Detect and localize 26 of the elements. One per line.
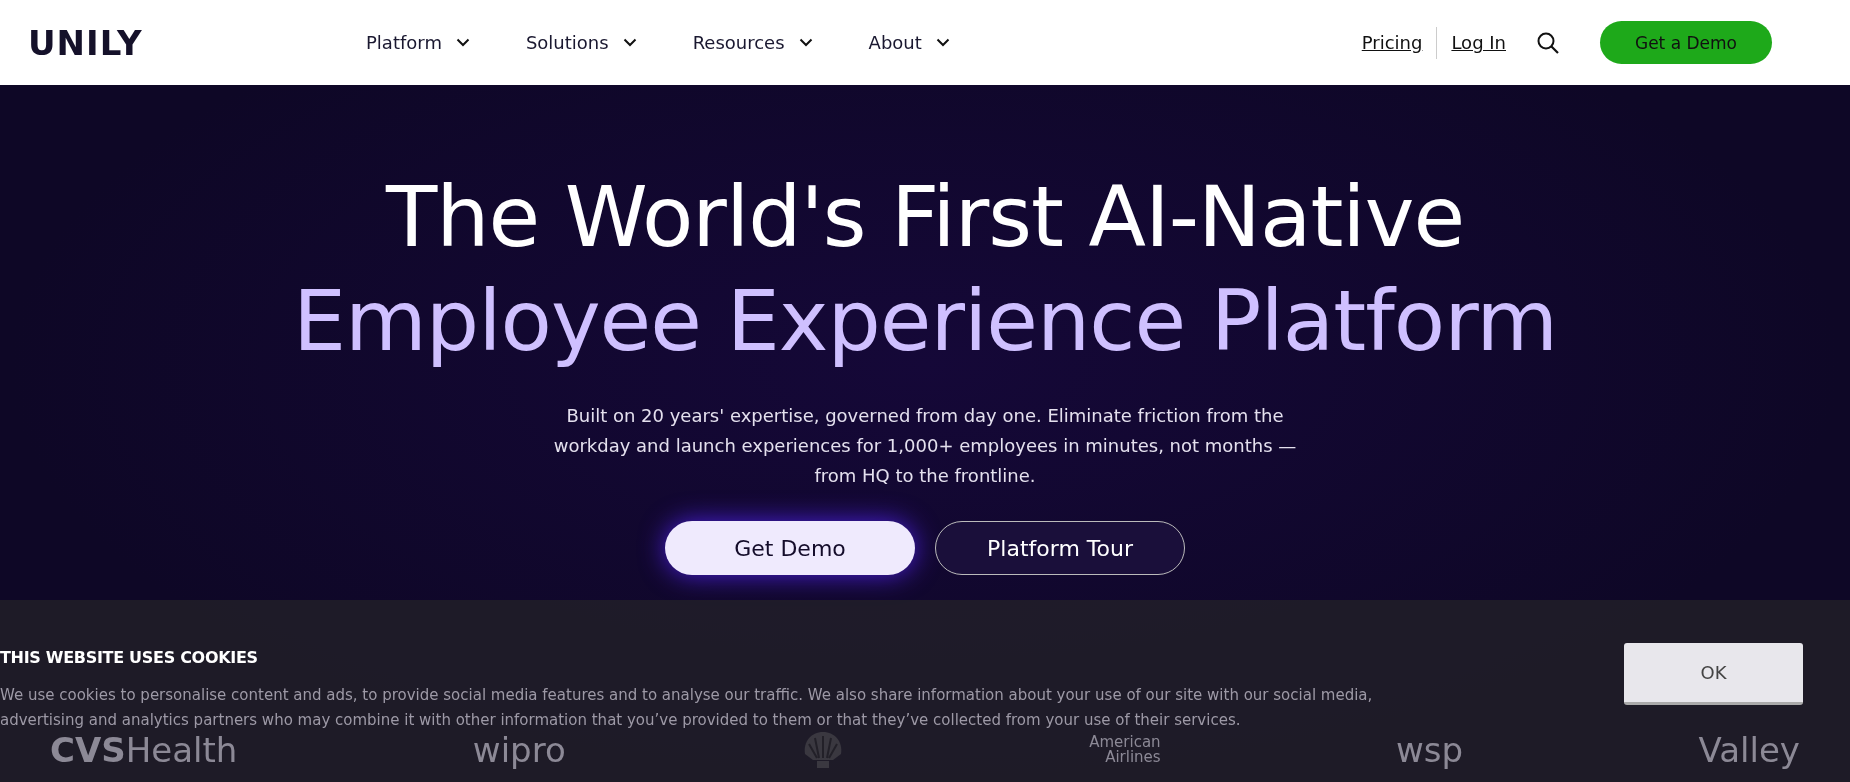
chevron-down-icon <box>798 38 813 47</box>
nav-menu-item[interactable]: Platform <box>366 32 470 53</box>
client-logo: American Airlines <box>1088 735 1161 765</box>
cookie-text: We use cookies to personalise content and ads, to provide social media features and to analyse our traffic. We also share information about your use of our site with our social media, advertising and analytics partners who may combine it with other information that you’ve provided to them or that they’ve collected from your use of their services. <box>0 685 1374 731</box>
ok-button[interactable]: OK <box>1624 643 1803 705</box>
hero-title: The World's First AI-Native <box>385 167 1465 268</box>
chevron-down-icon <box>935 38 950 47</box>
hero-title: Employee Experience Platform <box>292 271 1558 372</box>
header-link[interactable]: Log In <box>1451 32 1506 53</box>
nav-menu-item[interactable]: Solutions <box>525 32 637 53</box>
hero-subtitle: Built on 20 years' expertise, governed from day one. Eliminate friction from the workday and launch experiences for 1,000+ employees in minutes, not months — from HQ to the frontline. <box>552 404 1298 488</box>
client-logo: Valley <box>1698 730 1800 770</box>
demo-button[interactable]: Get Demo <box>665 521 915 575</box>
client-logo: wipro <box>472 730 566 770</box>
nav-menu-item[interactable]: About <box>868 32 950 53</box>
client-logo: CVSHealth <box>50 730 238 770</box>
client-logo: wsp <box>1396 730 1464 770</box>
header-link[interactable]: Pricing <box>1361 32 1423 53</box>
nav-menu-item[interactable]: Resources <box>692 32 813 53</box>
cookie-title: THIS WEBSITE USES COOKIES <box>0 648 259 667</box>
tour-button[interactable]: Platform Tour <box>935 521 1185 575</box>
get-demo-button[interactable]: Get a Demo <box>1600 21 1772 64</box>
chevron-down-icon <box>622 38 637 47</box>
search-icon[interactable] <box>1536 30 1560 55</box>
logo[interactable]: UNILY <box>28 22 338 63</box>
chevron-down-icon <box>455 38 470 47</box>
